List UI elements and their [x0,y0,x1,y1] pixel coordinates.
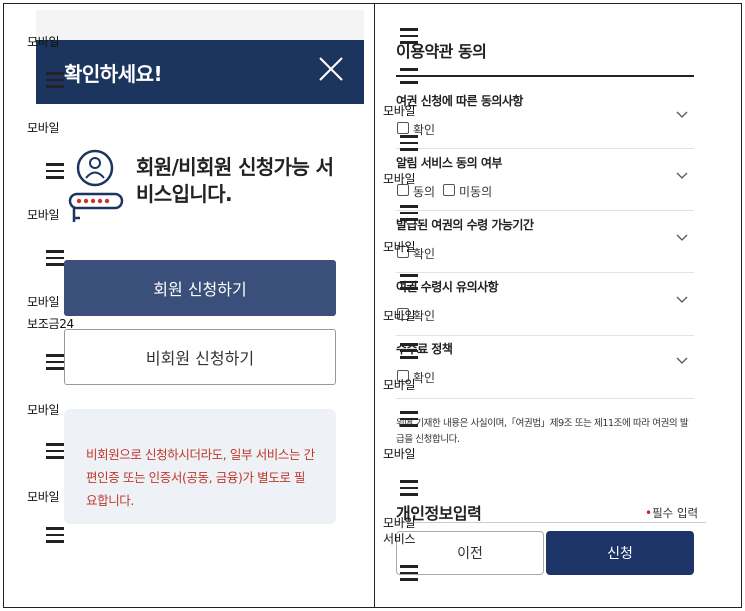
mobile-label[interactable]: 모바일 [383,170,416,187]
mobile-label[interactable]: 모바일 [383,238,416,255]
hamburger-icon[interactable] [400,28,418,44]
confirm-checkbox[interactable] [397,122,409,134]
subsidy-label[interactable]: 보조금24 [27,315,74,332]
hamburger-icon[interactable] [46,443,64,459]
checkbox-label: 확인 [413,309,436,323]
nonmember-apply-button[interactable]: 비회원 신청하기 [64,329,336,385]
section-divider [396,272,694,273]
close-icon[interactable] [316,54,346,84]
chevron-down-icon[interactable] [676,234,688,242]
modal-title: 확인하세요! [64,62,163,86]
hamburger-icon[interactable] [400,565,418,581]
mobile-label[interactable]: 모바일 [27,119,60,136]
checkbox-label: 동의 [413,185,436,199]
apply-button[interactable]: 신청 [546,531,694,575]
mobile-label[interactable]: 모바일 [383,376,416,393]
mobile-label[interactable]: 모바일 [383,102,416,119]
service-message: 회원/비회원 신청가능 서비스입니다. [136,155,334,206]
section-divider [396,210,694,211]
modal-body: 회원/비회원 신청가능 서비스입니다. 회원 신청하기 비회원 신청하기 비회원… [36,104,364,546]
hamburger-icon[interactable] [400,343,418,359]
auth-notice: 비회원으로 신청하시더라도, 일부 서비스는 간편인증 또는 인증서(공동, 금… [64,409,336,524]
hamburger-icon[interactable] [46,72,64,88]
personal-info-divider [396,522,706,523]
mobile-label[interactable]: 모바일 [383,307,416,324]
service-label[interactable]: 서비스 [383,530,416,547]
hamburger-icon[interactable] [46,163,64,179]
mobile-label[interactable]: 모바일 [27,401,60,418]
panel-divider [374,3,375,608]
checkbox-label: 확인 [413,247,436,261]
hamburger-icon[interactable] [46,250,64,266]
confirm-modal: 확인하세요! 회원/비회원 신청가능 서비스입니다. 회원 신청하기 비회원 신… [36,10,364,546]
mobile-label[interactable]: 모바일 [27,293,60,310]
checkbox-label: 확인 [413,371,436,385]
hamburger-icon[interactable] [400,135,418,151]
mobile-label[interactable]: 모바일 [27,488,60,505]
section-divider [396,148,694,149]
declaration-note: 위에 기재한 내용은 사실이며,「여권법」제9조 또는 제11조에 따라 여권의… [396,418,689,445]
hamburger-icon[interactable] [400,205,418,221]
mobile-label[interactable]: 모바일 [383,445,416,462]
hamburger-icon[interactable] [46,527,64,543]
mobile-label[interactable]: 모바일 [27,206,60,223]
member-apply-button[interactable]: 회원 신청하기 [64,260,336,316]
mobile-label[interactable]: 모바일 [27,33,60,50]
section-divider [396,398,694,399]
modal-header: 확인하세요! [36,40,364,104]
hamburger-icon[interactable] [400,68,418,84]
hamburger-icon[interactable] [400,480,418,496]
hamburger-icon[interactable] [400,274,418,290]
title-rule [396,75,694,77]
hamburger-icon[interactable] [46,354,64,370]
chevron-down-icon[interactable] [676,296,688,304]
required-indicator: •필수 입력 [645,505,698,521]
required-label: 필수 입력 [652,506,699,520]
chevron-down-icon[interactable] [676,357,688,365]
mobile-label[interactable]: 모바일 [383,514,416,531]
section-title[interactable]: 알림 서비스 동의 여부 [396,154,502,171]
member-key-icon [68,149,124,222]
checkbox-label: 미동의 [459,185,493,199]
chevron-down-icon[interactable] [676,111,688,119]
chevron-down-icon[interactable] [676,172,688,180]
prev-button[interactable]: 이전 [396,531,544,575]
section-divider [396,335,694,336]
hamburger-icon[interactable] [400,411,418,427]
disagree-checkbox[interactable] [443,184,455,196]
